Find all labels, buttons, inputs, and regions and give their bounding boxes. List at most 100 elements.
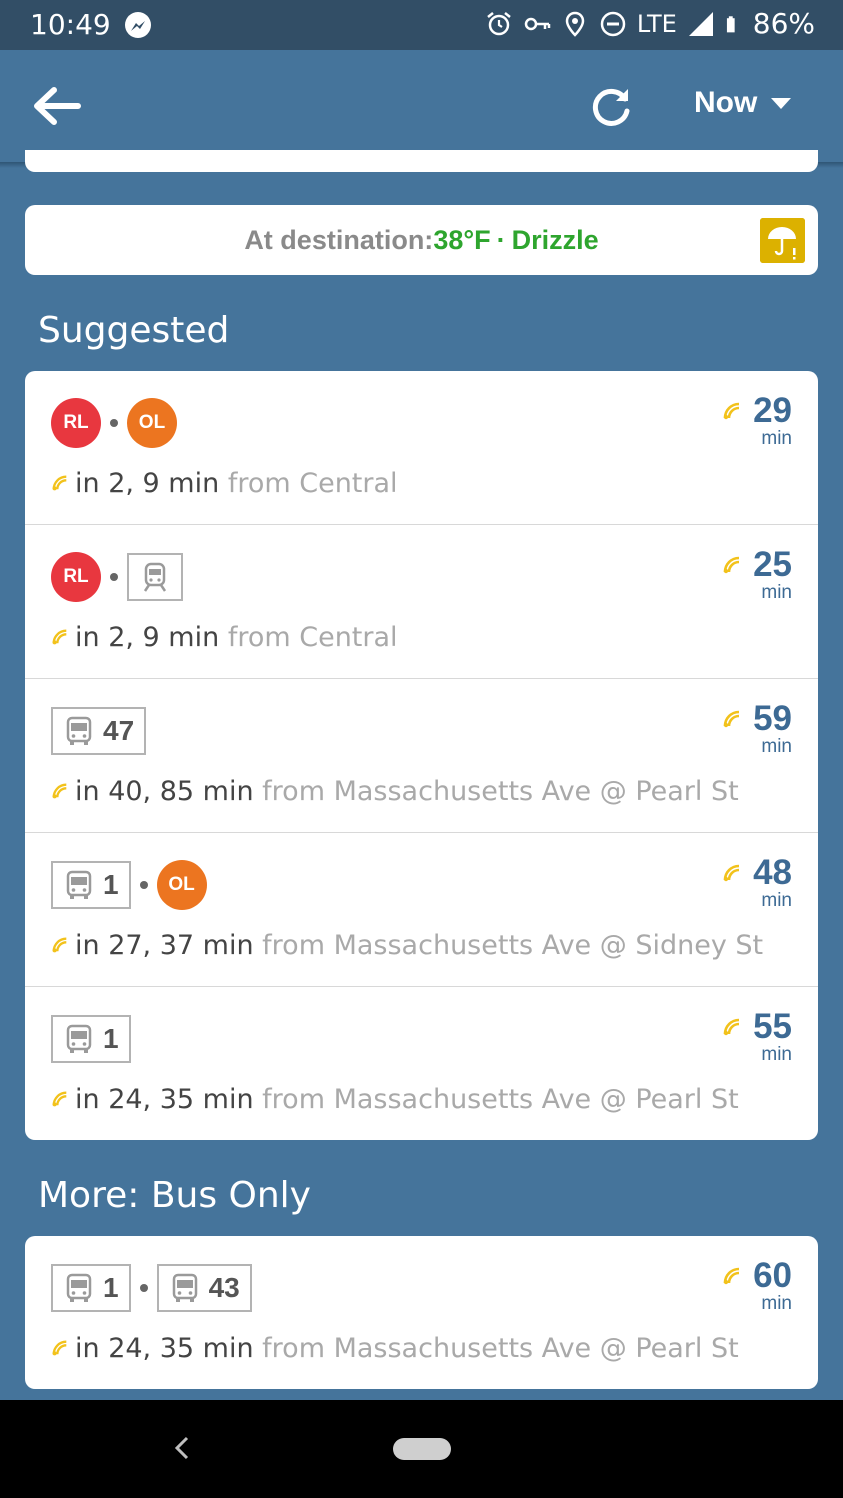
duration-unit: min bbox=[761, 428, 792, 449]
realtime-icon bbox=[723, 556, 740, 574]
departure-info: in 24, 35 min from Massachusetts Ave @ P… bbox=[51, 1333, 739, 1364]
train-icon bbox=[143, 562, 167, 592]
weather-condition: Drizzle bbox=[511, 224, 599, 255]
status-bar: 10:49 LTE 86% bbox=[0, 0, 843, 50]
departure-stop: from Central bbox=[227, 622, 398, 653]
weather-temperature: 38°F bbox=[433, 224, 491, 255]
departure-stop: from Massachusetts Ave @ Pearl St bbox=[262, 1333, 739, 1364]
bus-route-badge: 47 bbox=[51, 707, 147, 755]
trip-duration: 48 min bbox=[723, 853, 792, 911]
duration-value: 29 bbox=[753, 391, 792, 430]
leg-separator bbox=[110, 573, 118, 581]
duration-value: 60 bbox=[753, 1256, 792, 1295]
departure-stop: from Central bbox=[227, 468, 398, 499]
duration-value: 25 bbox=[753, 545, 792, 584]
trip-duration: 29 min bbox=[723, 391, 792, 449]
route-legs: 1 bbox=[51, 1013, 131, 1065]
route-option[interactable]: RL OL 29 min in 2, 9 min from Central bbox=[25, 371, 818, 525]
weather-separator: · bbox=[496, 224, 506, 255]
duration-unit: min bbox=[761, 1044, 792, 1065]
refresh-icon[interactable] bbox=[588, 84, 634, 130]
previous-card-edge bbox=[25, 150, 818, 172]
status-icons: LTE 86% bbox=[485, 7, 815, 40]
trip-duration: 60 min bbox=[723, 1256, 792, 1314]
vpn-key-icon bbox=[524, 17, 551, 30]
realtime-icon bbox=[52, 1091, 67, 1107]
line-badge-ol: OL bbox=[156, 860, 207, 910]
app-bar: Now bbox=[0, 50, 843, 162]
realtime-icon bbox=[52, 783, 67, 799]
realtime-icon bbox=[52, 475, 67, 491]
bus-route-number: 47 bbox=[103, 715, 135, 746]
umbrella-icon bbox=[760, 218, 805, 263]
trip-duration: 25 min bbox=[723, 545, 792, 603]
back-arrow-icon[interactable] bbox=[32, 85, 82, 127]
route-legs: RL bbox=[51, 551, 183, 603]
leg-separator bbox=[110, 419, 118, 427]
duration-value: 59 bbox=[753, 699, 792, 738]
leg-separator bbox=[139, 881, 148, 889]
departure-stop: from Massachusetts Ave @ Pearl St bbox=[262, 776, 739, 807]
route-legs: 1 43 bbox=[51, 1262, 252, 1314]
nav-back-icon[interactable] bbox=[170, 1432, 194, 1464]
bus-route-badge: 1 bbox=[51, 861, 131, 909]
departure-times: in 27, 37 min bbox=[75, 930, 254, 961]
duration-value: 55 bbox=[753, 1007, 792, 1046]
route-legs: 1 OL bbox=[51, 859, 207, 911]
realtime-icon bbox=[52, 629, 67, 645]
home-pill-icon[interactable] bbox=[393, 1438, 451, 1460]
departure-time-dropdown[interactable]: Now bbox=[694, 86, 792, 120]
line-badge-rl: RL bbox=[51, 398, 101, 448]
signal-icon bbox=[688, 11, 713, 36]
realtime-icon bbox=[723, 1267, 740, 1285]
route-option[interactable]: 1 OL 48 min in 27, 37 min from Massachusetts… bbox=[25, 833, 818, 987]
line-badge-ol: OL bbox=[127, 398, 177, 448]
departure-info: in 24, 35 min from Massachusetts Ave @ P… bbox=[51, 1084, 739, 1115]
duration-unit: min bbox=[761, 582, 792, 603]
bus-icon bbox=[66, 1273, 92, 1302]
departure-times: in 40, 85 min bbox=[75, 776, 254, 807]
trip-duration: 55 min bbox=[723, 1007, 792, 1065]
departure-stop: from Massachusetts Ave @ Sidney St bbox=[262, 930, 764, 961]
bus-icon bbox=[172, 1273, 197, 1302]
location-icon bbox=[565, 11, 585, 37]
alarm-icon bbox=[487, 11, 511, 35]
bus-route-number: 1 bbox=[103, 1023, 119, 1054]
leg-separator bbox=[139, 1284, 148, 1292]
duration-unit: min bbox=[761, 736, 792, 757]
trip-duration: 59 min bbox=[723, 699, 792, 757]
departure-times: in 2, 9 min bbox=[75, 468, 220, 499]
section-title-suggested: Suggested bbox=[38, 310, 230, 351]
route-legs: RL OL bbox=[51, 397, 177, 449]
realtime-icon bbox=[723, 1018, 740, 1036]
do-not-disturb-icon bbox=[600, 11, 626, 36]
network-type: LTE bbox=[636, 9, 677, 38]
departure-times: in 24, 35 min bbox=[75, 1333, 254, 1364]
battery-icon bbox=[726, 15, 735, 32]
duration-unit: min bbox=[761, 890, 792, 911]
departure-info: in 2, 9 min from Central bbox=[51, 622, 398, 653]
dropdown-caret-icon bbox=[771, 97, 792, 109]
duration-value: 48 bbox=[753, 853, 792, 892]
bus-route-number: 1 bbox=[103, 1272, 119, 1303]
realtime-icon bbox=[723, 710, 740, 728]
bus-icon bbox=[66, 716, 92, 745]
bus-route-number: 1 bbox=[103, 869, 119, 900]
bus-icon bbox=[66, 870, 92, 899]
route-option[interactable]: 1 43 60 min in 24, 35 min from Massachusetts… bbox=[25, 1236, 818, 1389]
realtime-icon bbox=[52, 1340, 67, 1356]
line-badge-rl: RL bbox=[51, 552, 101, 602]
route-option[interactable]: 47 59 min in 40, 85 min from Massachusetts … bbox=[25, 679, 818, 833]
route-option[interactable]: 1 55 min in 24, 35 min from Massachusetts A… bbox=[25, 987, 818, 1140]
departure-times: in 24, 35 min bbox=[75, 1084, 254, 1115]
departure-time-label: Now bbox=[694, 86, 758, 119]
battery-level: 86% bbox=[752, 7, 815, 40]
realtime-icon bbox=[723, 864, 740, 882]
route-option[interactable]: RL 25 min in 2, 9 min from Central bbox=[25, 525, 818, 679]
departure-stop: from Massachusetts Ave @ Pearl St bbox=[262, 1084, 739, 1115]
weather-label: At destination: bbox=[244, 224, 434, 255]
departure-info: in 40, 85 min from Massachusetts Ave @ P… bbox=[51, 776, 739, 807]
realtime-icon bbox=[52, 937, 67, 953]
bus-route-number: 43 bbox=[208, 1272, 240, 1303]
system-nav-bar bbox=[0, 1400, 843, 1498]
